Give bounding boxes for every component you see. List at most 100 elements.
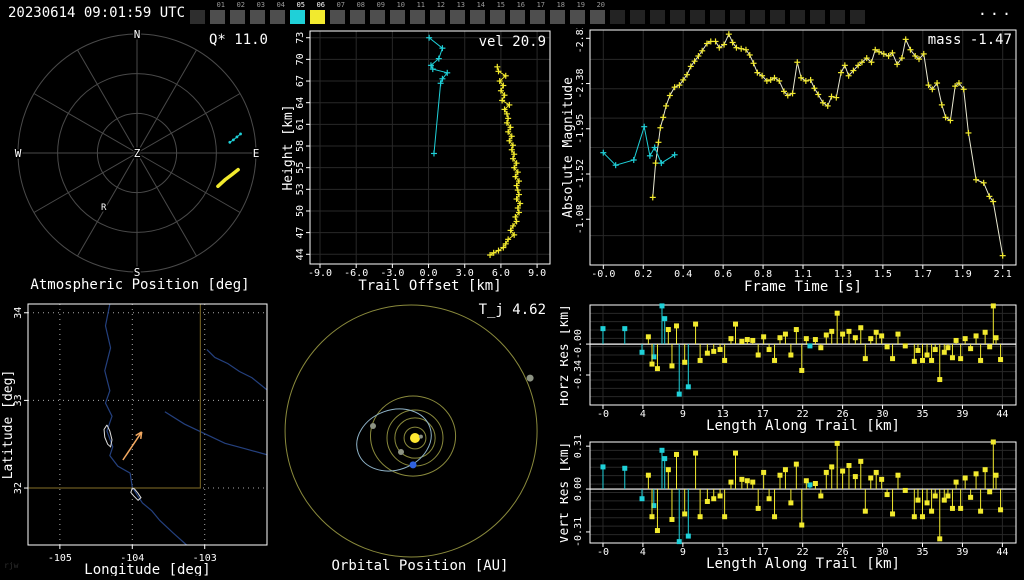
map-rivers [104, 303, 268, 546]
frame-thumb-07[interactable]: 07 [330, 1, 345, 24]
y-tick-label: 50 [295, 205, 306, 217]
panel-trail-offset: -9.0 -6.0 -3.0 0.0 3.0 6.0 9.0 44 47 50 53 55 58 61 64… [280, 28, 560, 300]
frame-image[interactable] [250, 10, 265, 24]
frame-image[interactable] [490, 10, 505, 24]
frame-image[interactable] [770, 10, 785, 24]
y-axis-label: Vert Res [km] [560, 442, 572, 544]
y-tick-label: -2.38 [575, 68, 586, 98]
frame-image[interactable] [550, 10, 565, 24]
x-tick-label: 44 [996, 547, 1008, 558]
watermark: rjw [4, 561, 19, 570]
frame-thumb-12[interactable]: 12 [430, 1, 445, 24]
frame-image[interactable] [710, 10, 725, 24]
frame-number: 03 [256, 1, 265, 9]
frame-image[interactable] [790, 10, 805, 24]
frame-image[interactable] [430, 10, 445, 24]
frame-thumb-13[interactable]: 13 [450, 1, 465, 24]
frame-image[interactable] [230, 10, 245, 24]
frame-thumb[interactable] [190, 1, 205, 24]
frame-image[interactable] [470, 10, 485, 24]
y-tick-label: 64 [295, 97, 306, 109]
x-tick-label: 39 [956, 409, 968, 420]
frame-thumb-06[interactable]: 06 [310, 1, 325, 24]
y-tick-label: 67 [295, 75, 306, 87]
y-tick-label: 47 [295, 227, 306, 239]
frame-number [630, 1, 645, 9]
x-tick-label: -9.0 [308, 268, 332, 279]
x-tick-label: -0 [597, 409, 609, 420]
x-tick-label: 0.6 [714, 269, 732, 280]
frame-thumb-02[interactable]: 02 [230, 1, 245, 24]
frame-thumb-14[interactable]: 14 [470, 1, 485, 24]
frame-image[interactable] [590, 10, 605, 24]
frame-thumb-18[interactable]: 18 [550, 1, 565, 24]
frame-thumb-11[interactable]: 11 [410, 1, 425, 24]
frame-number [190, 1, 205, 9]
frame-thumb[interactable] [790, 1, 805, 24]
frame-thumb-01[interactable]: 01 [210, 1, 225, 24]
frame-image[interactable] [290, 10, 305, 24]
frame-thumb[interactable] [830, 1, 845, 24]
frame-image[interactable] [630, 10, 645, 24]
frame-image[interactable] [410, 10, 425, 24]
frame-image[interactable] [570, 10, 585, 24]
frame-thumb[interactable] [850, 1, 865, 24]
trail-series-station-2 [487, 63, 524, 259]
frame-thumb[interactable] [610, 1, 625, 24]
frame-image[interactable] [830, 10, 845, 24]
frame-thumb[interactable] [710, 1, 725, 24]
frame-thumb-17[interactable]: 17 [530, 1, 545, 24]
trajectory-arrow [122, 431, 143, 461]
frame-image[interactable] [370, 10, 385, 24]
frame-thumb[interactable] [670, 1, 685, 24]
frame-image[interactable] [390, 10, 405, 24]
frame-thumb-05[interactable]: 05 [290, 1, 305, 24]
frame-image[interactable] [450, 10, 465, 24]
frame-image[interactable] [750, 10, 765, 24]
frame-image[interactable] [610, 10, 625, 24]
frame-thumb[interactable] [730, 1, 745, 24]
frame-image[interactable] [330, 10, 345, 24]
mass-series-photometry-station-1 [600, 123, 678, 169]
frame-image[interactable] [810, 10, 825, 24]
frame-image[interactable] [210, 10, 225, 24]
frame-thumb-10[interactable]: 10 [390, 1, 405, 24]
frame-thumb-16[interactable]: 16 [510, 1, 525, 24]
frame-image[interactable] [530, 10, 545, 24]
frame-thumb[interactable] [770, 1, 785, 24]
frame-image[interactable] [350, 10, 365, 24]
frame-thumb[interactable] [750, 1, 765, 24]
frame-thumb-19[interactable]: 19 [570, 1, 585, 24]
frame-thumb-04[interactable]: 04 [270, 1, 285, 24]
frame-thumb-15[interactable]: 15 [490, 1, 505, 24]
frame-thumb[interactable] [650, 1, 665, 24]
frame-thumb-20[interactable]: 20 [590, 1, 605, 24]
frame-image[interactable] [650, 10, 665, 24]
orbital-position-chart: T_j 4.62 Orbital Position [AU] [284, 302, 546, 574]
y-tick-label: -0.00 [573, 329, 584, 359]
x-tick-label: 9.0 [528, 268, 546, 279]
frame-image[interactable] [310, 10, 325, 24]
x-tick-label: 1.9 [954, 269, 972, 280]
frame-image[interactable] [690, 10, 705, 24]
frame-image[interactable] [670, 10, 685, 24]
horz_res-series-station-1-residuals [600, 303, 813, 397]
frame-image[interactable] [510, 10, 525, 24]
map-axes: -105 -104 -103323334Longitude [deg]Latitud… [1, 303, 268, 578]
overflow-menu[interactable]: ... [978, 1, 1014, 19]
frame-image[interactable] [270, 10, 285, 24]
frame-image[interactable] [850, 10, 865, 24]
y-tick-label: -0.34 [573, 360, 584, 390]
frame-thumb-09[interactable]: 09 [370, 1, 385, 24]
frame-number: 09 [376, 1, 385, 9]
frame-thumb-08[interactable]: 08 [350, 1, 365, 24]
frame-thumb[interactable] [630, 1, 645, 24]
y-tick-label: 58 [295, 140, 306, 152]
frame-number: 20 [596, 1, 605, 9]
frame-image[interactable] [730, 10, 745, 24]
frame-thumb-03[interactable]: 03 [250, 1, 265, 24]
y-tick-label: 0.00 [573, 477, 584, 501]
frame-image[interactable] [190, 10, 205, 24]
frame-thumb[interactable] [810, 1, 825, 24]
frame-thumb[interactable] [690, 1, 705, 24]
